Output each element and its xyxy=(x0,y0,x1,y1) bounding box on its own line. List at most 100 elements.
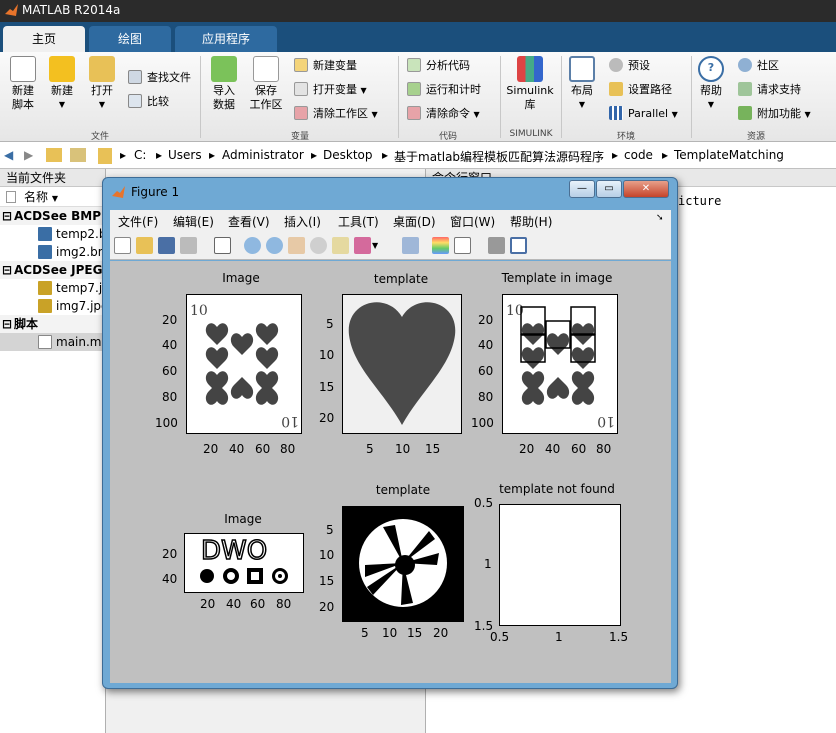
menu-tools[interactable]: 工具(T) xyxy=(338,213,379,230)
not-found-axes[interactable] xyxy=(499,504,621,626)
clear-workspace-button[interactable]: 清除工作区 ▼ xyxy=(294,104,378,124)
group-label: ACDSee JPEG xyxy=(14,263,103,277)
new-button[interactable]: 新建 ▼ xyxy=(46,56,78,112)
request-support-button[interactable]: 请求支持 xyxy=(738,80,801,100)
up-folder-icon[interactable] xyxy=(46,148,62,162)
folder-group[interactable]: ⊟ ACDSee BMP xyxy=(0,207,105,225)
brush-dropdown-icon[interactable]: ▼ xyxy=(372,237,380,254)
y-tick-label: 20 xyxy=(478,313,494,327)
open-variable-button[interactable]: 打开变量 ▼ xyxy=(294,80,367,100)
menu-window[interactable]: 窗口(W) xyxy=(450,213,495,230)
breadcrumb-code[interactable]: code xyxy=(624,148,653,162)
brush-icon[interactable] xyxy=(354,237,371,254)
new-script-button[interactable]: 新建 脚本 xyxy=(6,56,40,112)
analyze-code-button[interactable]: 分析代码 xyxy=(407,56,470,76)
y-tick-label: 20 xyxy=(319,600,335,614)
print-icon[interactable] xyxy=(180,237,197,254)
axes-title: template xyxy=(375,483,431,497)
rotate-3d-icon[interactable] xyxy=(310,237,327,254)
file-item-selected[interactable]: main.m xyxy=(0,333,105,351)
minimize-button[interactable]: — xyxy=(569,180,595,198)
x-tick-label: 60 xyxy=(250,597,266,611)
menu-arrow-icon[interactable]: ➘ xyxy=(656,213,664,223)
find-files-button[interactable]: 查找文件 xyxy=(128,68,191,88)
breadcrumb-project[interactable]: 基于matlab编程模板匹配算法源码程序 xyxy=(394,148,604,165)
forward-icon[interactable]: ▶ xyxy=(24,148,33,162)
select-arrow-icon[interactable] xyxy=(214,237,231,254)
aperture-template-axes[interactable] xyxy=(342,506,464,622)
clear-commands-button[interactable]: 清除命令 ▼ xyxy=(407,104,480,124)
browse-folder-icon[interactable] xyxy=(70,148,86,162)
addons-button[interactable]: 附加功能 ▼ xyxy=(738,104,811,124)
svg-text:10: 10 xyxy=(597,413,615,429)
aperture-template-image xyxy=(359,519,447,607)
menu-edit[interactable]: 编辑(E) xyxy=(173,213,214,230)
svg-text:10: 10 xyxy=(281,413,299,429)
show-plot-tools-icon[interactable] xyxy=(510,237,527,254)
jpg-file-icon xyxy=(38,281,52,295)
back-icon[interactable]: ◀ xyxy=(4,148,13,162)
group-variable-label: 变量 xyxy=(290,132,309,142)
breadcrumb-drive[interactable]: C: xyxy=(134,148,146,162)
group-simulink-label: SIMULINK xyxy=(509,129,553,139)
menu-insert[interactable]: 插入(I) xyxy=(284,213,321,230)
legend-icon[interactable] xyxy=(454,237,471,254)
file-item[interactable]: img2.bmp xyxy=(0,243,105,261)
import-data-button[interactable]: 导入 数据 xyxy=(207,56,241,112)
colorbar-icon[interactable] xyxy=(432,237,449,254)
data-cursor-icon[interactable] xyxy=(332,237,349,254)
text-image-axes[interactable]: DWO xyxy=(184,533,304,593)
parallel-button[interactable]: Parallel ▼ xyxy=(609,104,678,124)
new-variable-button[interactable]: 新建变量 xyxy=(294,56,357,76)
file-item[interactable]: temp2.bmp xyxy=(0,225,105,243)
menu-desktop[interactable]: 桌面(D) xyxy=(393,213,436,230)
parallel-dropdown-icon: ▼ xyxy=(671,110,678,119)
zoom-in-icon[interactable] xyxy=(244,237,261,254)
file-item[interactable]: temp7.jpg xyxy=(0,279,105,297)
template-in-image-axes[interactable]: 10 10 xyxy=(502,294,618,434)
tab-home[interactable]: 主页 xyxy=(3,26,85,52)
image-axes[interactable]: 10 10 xyxy=(186,294,302,434)
bmp-file-icon xyxy=(38,227,52,241)
template-axes[interactable] xyxy=(342,294,462,434)
new-figure-icon[interactable] xyxy=(114,237,131,254)
compare-button[interactable]: 比较 xyxy=(128,92,169,112)
path-separator: ▸ xyxy=(120,148,127,162)
set-path-button[interactable]: 设置路径 xyxy=(609,80,672,100)
simulink-library-button[interactable]: Simulink 库 xyxy=(505,56,555,112)
file-item[interactable]: img7.jpg xyxy=(0,297,105,315)
breadcrumb-administrator[interactable]: Administrator xyxy=(222,148,304,162)
menu-file[interactable]: 文件(F) xyxy=(118,213,158,230)
link-plot-icon[interactable] xyxy=(402,237,419,254)
menu-view[interactable]: 查看(V) xyxy=(228,213,270,230)
zoom-out-icon[interactable] xyxy=(266,237,283,254)
tab-plots[interactable]: 绘图 xyxy=(89,26,171,52)
hide-plot-tools-icon[interactable] xyxy=(488,237,505,254)
parallel-icon xyxy=(609,106,623,120)
open-variable-icon xyxy=(294,82,308,96)
save-workspace-button[interactable]: 保存 工作区 xyxy=(247,56,285,112)
folder-group[interactable]: ⊟ 脚本 xyxy=(0,315,105,333)
y-tick-label: 15 xyxy=(319,380,335,394)
layout-button[interactable]: 布局 ▼ xyxy=(566,56,598,112)
name-column-label: 名称 xyxy=(24,190,49,204)
maximize-button[interactable]: ▭ xyxy=(596,180,622,198)
folder-group[interactable]: ⊟ ACDSee JPEG xyxy=(0,261,105,279)
help-button[interactable]: ? 帮助 ▼ xyxy=(696,56,726,112)
open-button[interactable]: 打开 ▼ xyxy=(86,56,118,112)
open-file-icon[interactable] xyxy=(136,237,153,254)
breadcrumb-desktop[interactable]: Desktop xyxy=(323,148,373,162)
preferences-button[interactable]: 预设 xyxy=(609,56,650,76)
community-button[interactable]: 社区 xyxy=(738,56,779,76)
name-column-header[interactable]: 名称 ▼ xyxy=(0,187,105,207)
save-icon[interactable] xyxy=(158,237,175,254)
run-and-time-button[interactable]: 运行和计时 xyxy=(407,80,481,100)
breadcrumb-templatematching[interactable]: TemplateMatching xyxy=(674,148,784,162)
breadcrumb-users[interactable]: Users xyxy=(168,148,202,162)
x-tick-label: 1.5 xyxy=(609,630,629,644)
run-and-time-icon xyxy=(407,82,421,96)
pan-hand-icon[interactable] xyxy=(288,237,305,254)
tab-apps[interactable]: 应用程序 xyxy=(175,26,277,52)
menu-help[interactable]: 帮助(H) xyxy=(510,213,552,230)
close-button[interactable]: ✕ xyxy=(623,180,669,198)
